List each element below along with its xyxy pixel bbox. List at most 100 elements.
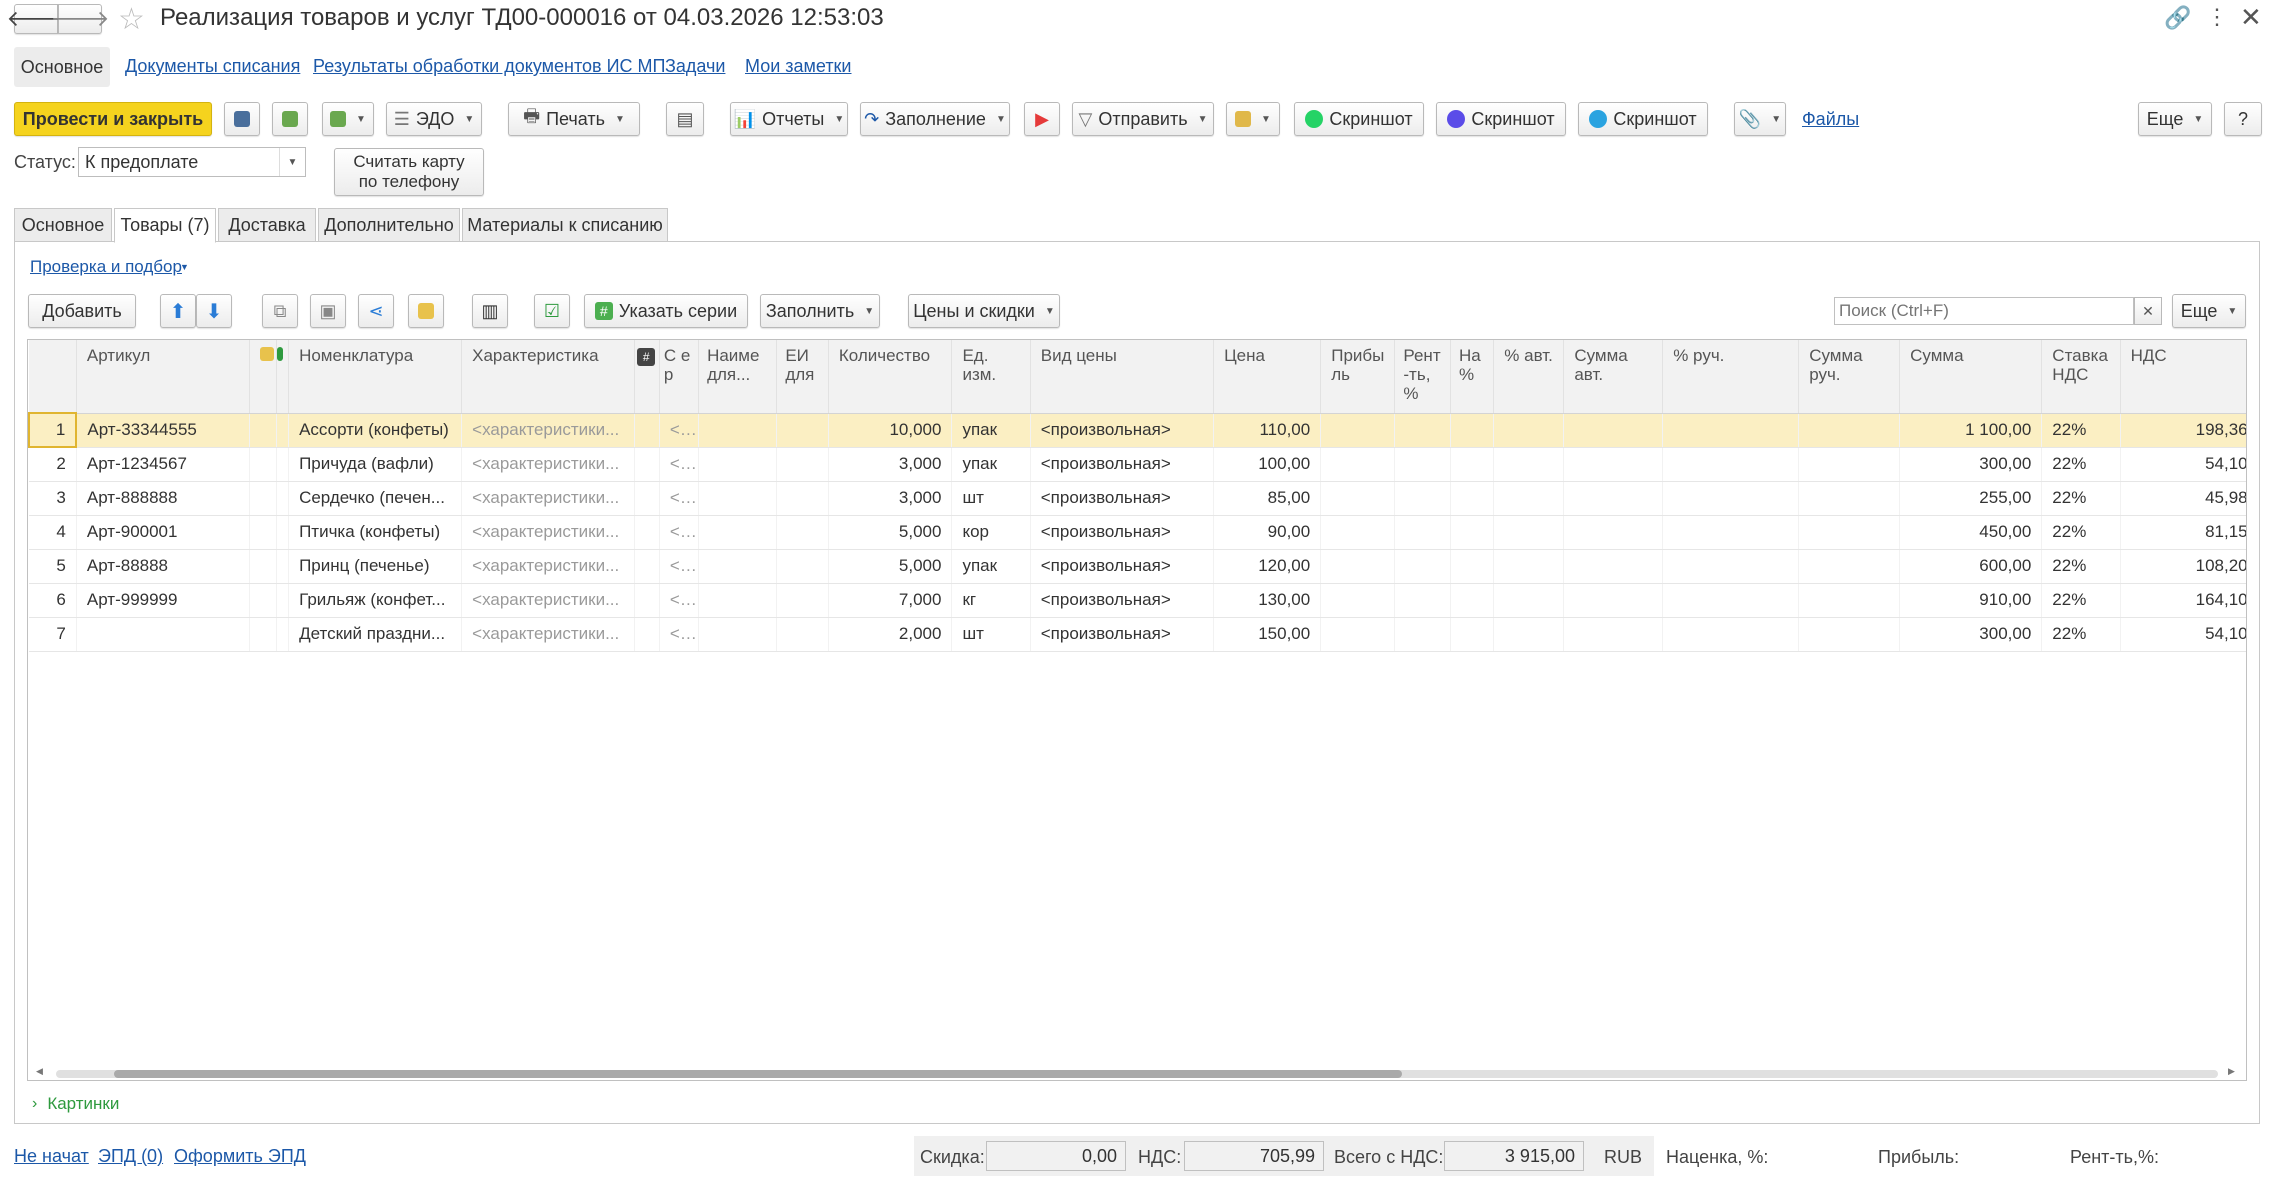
vat-cell[interactable]: 81,15 <box>2120 515 2246 550</box>
sum-cell[interactable]: 450,00 <box>1899 515 2043 550</box>
task-flag-cell[interactable] <box>249 549 277 584</box>
rent-cell[interactable] <box>1394 583 1452 618</box>
reports-button[interactable]: 📊 Отчеты ▼ <box>730 102 848 136</box>
fill-button[interactable]: ↷ Заполнение ▼ <box>860 102 1010 136</box>
create-based-button[interactable]: ▼ <box>322 102 374 136</box>
manual-percent-cell[interactable] <box>1662 515 1800 550</box>
paste-button[interactable]: ▣ <box>310 294 346 328</box>
col-quantity[interactable]: Количество <box>828 340 953 414</box>
price-type-cell[interactable]: <произвольная> <box>1030 515 1215 550</box>
col-unit[interactable]: Ед. изм. <box>951 340 1031 414</box>
vat-cell[interactable]: 164,10 <box>2120 583 2246 618</box>
green-flag-cell[interactable] <box>276 583 290 618</box>
article-cell[interactable]: Арт-900001 <box>76 515 250 550</box>
auto-percent-cell[interactable] <box>1493 549 1565 584</box>
rent-cell[interactable] <box>1394 515 1452 550</box>
attach-task-button[interactable]: ▼ <box>1226 102 1280 136</box>
manual-sum-cell[interactable] <box>1798 447 1901 482</box>
name-for-cell[interactable] <box>698 583 778 618</box>
files-link[interactable]: Файлы <box>1802 109 1859 130</box>
whatsapp-screenshot-button[interactable]: Скриншот <box>1294 102 1424 136</box>
markup-cell[interactable] <box>1450 617 1495 652</box>
green-flag-cell[interactable] <box>276 515 290 550</box>
task-flag-cell[interactable] <box>249 515 277 550</box>
auto-sum-cell[interactable] <box>1563 515 1664 550</box>
task-flag-cell[interactable] <box>249 481 277 516</box>
status-not-started-link[interactable]: Не начат <box>14 1146 89 1167</box>
quantity-cell[interactable]: 10,000 <box>828 413 953 448</box>
vat-cell[interactable]: 45,98 <box>2120 481 2246 516</box>
manual-percent-cell[interactable] <box>1662 481 1800 516</box>
unit-cell[interactable]: упак <box>951 447 1031 482</box>
vat-cell[interactable]: 54,10 <box>2120 447 2246 482</box>
task-flag-cell[interactable] <box>249 413 277 448</box>
col-vat[interactable]: НДС <box>2120 340 2246 414</box>
unit-cell[interactable]: шт <box>951 481 1031 516</box>
green-flag-cell[interactable] <box>276 549 290 584</box>
sum-cell[interactable]: 910,00 <box>1899 583 2043 618</box>
name-for-cell[interactable] <box>698 617 778 652</box>
vat-rate-cell[interactable]: 22% <box>2041 583 2121 618</box>
vat-rate-cell[interactable]: 22% <box>2041 617 2121 652</box>
journal-button[interactable]: ▤ <box>666 102 704 136</box>
vat-cell[interactable]: 198,36 <box>2120 413 2246 448</box>
name-for-cell[interactable] <box>698 515 778 550</box>
sum-cell[interactable]: 255,00 <box>1899 481 2043 516</box>
price-cell[interactable]: 150,00 <box>1213 617 1322 652</box>
col-rent[interactable]: Рент -ть, % <box>1394 340 1452 414</box>
series-cell[interactable]: <с... <box>659 447 700 482</box>
auto-sum-cell[interactable] <box>1563 413 1664 448</box>
green-flag-cell[interactable] <box>276 617 290 652</box>
series-icon-cell[interactable] <box>634 481 660 516</box>
manual-percent-cell[interactable] <box>1662 617 1800 652</box>
col-price[interactable]: Цена <box>1213 340 1322 414</box>
series-cell[interactable]: <с... <box>659 617 700 652</box>
series-icon-cell[interactable] <box>634 413 660 448</box>
series-cell[interactable]: <с... <box>659 481 700 516</box>
check-button[interactable]: ☑ <box>534 294 570 328</box>
close-icon[interactable]: ✕ <box>2240 2 2262 33</box>
profit-cell[interactable] <box>1320 583 1396 618</box>
scroll-left-icon[interactable]: ◀ <box>36 1066 43 1077</box>
profit-cell[interactable] <box>1320 617 1396 652</box>
green-flag-cell[interactable] <box>276 413 290 448</box>
series-icon-cell[interactable] <box>634 447 660 482</box>
article-cell[interactable]: Арт-888888 <box>76 481 250 516</box>
attachments-button[interactable]: 📎 ▼ <box>1734 102 1786 136</box>
table-row[interactable]: 1 Арт-33344555 Ассорти (конфеты) <характери… <box>28 412 2246 448</box>
scrollbar-thumb[interactable] <box>114 1070 1402 1078</box>
post-button[interactable] <box>272 102 308 136</box>
auto-percent-cell[interactable] <box>1493 617 1565 652</box>
green-flag-cell[interactable] <box>276 481 290 516</box>
profit-cell[interactable] <box>1320 481 1396 516</box>
forward-button[interactable]: 🡒 <box>51 4 110 34</box>
table-row[interactable]: 7 Детский праздни... <характеристики... <с.… <box>29 617 2246 652</box>
nav-notes[interactable]: Мои заметки <box>745 56 852 77</box>
markup-cell[interactable] <box>1450 413 1495 448</box>
task-button[interactable] <box>408 294 444 328</box>
col-manual-percent[interactable]: % руч. <box>1662 340 1800 414</box>
price-type-cell[interactable]: <произвольная> <box>1030 447 1215 482</box>
price-cell[interactable]: 100,00 <box>1213 447 1322 482</box>
sum-cell[interactable]: 1 100,00 <box>1899 413 2043 448</box>
article-cell[interactable] <box>76 617 250 652</box>
rent-cell[interactable] <box>1394 413 1452 448</box>
characteristic-cell[interactable]: <характеристики... <box>461 583 636 618</box>
auto-sum-cell[interactable] <box>1563 481 1664 516</box>
manual-sum-cell[interactable] <box>1798 583 1901 618</box>
article-cell[interactable]: Арт-1234567 <box>76 447 250 482</box>
pictures-expander[interactable]: › Картинки <box>32 1094 119 1114</box>
vat-rate-cell[interactable]: 22% <box>2041 481 2121 516</box>
col-price-type[interactable]: Вид цены <box>1030 340 1215 414</box>
vat-rate-cell[interactable]: 22% <box>2041 515 2121 550</box>
row-number[interactable]: 6 <box>29 583 77 618</box>
copy-row-button[interactable]: ⧉ <box>262 294 298 328</box>
unit-cell[interactable]: упак <box>951 413 1031 448</box>
quantity-cell[interactable]: 3,000 <box>828 447 953 482</box>
col-sum[interactable]: Сумма <box>1899 340 2043 414</box>
col-name-for[interactable]: Наиме для... <box>698 340 778 414</box>
price-cell[interactable]: 90,00 <box>1213 515 1322 550</box>
col-auto-sum[interactable]: Сумма авт. <box>1563 340 1664 414</box>
rent-cell[interactable] <box>1394 617 1452 652</box>
name-for-cell[interactable] <box>698 549 778 584</box>
